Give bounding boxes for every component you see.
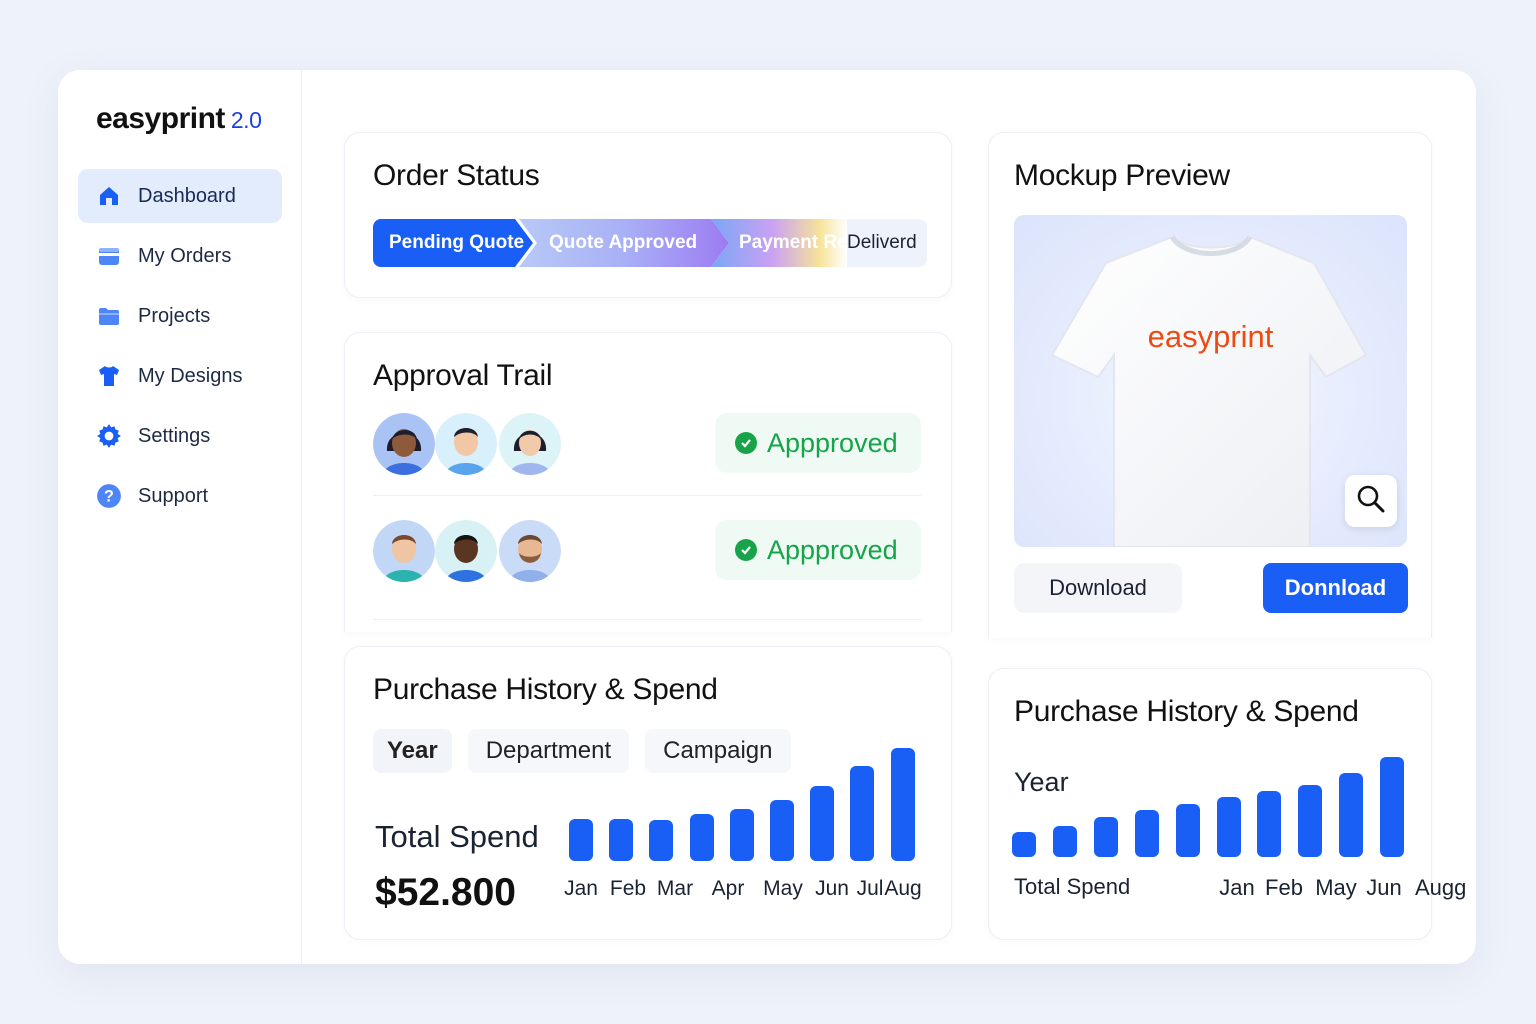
approved-badge: Appproved (715, 520, 921, 580)
chart-bar[interactable] (609, 819, 634, 861)
purchase-history-side-card: Purchase History & Spend Year Total Spen… (988, 668, 1466, 941)
chart-tick-label: Aug (884, 877, 922, 900)
svg-text:?: ? (104, 487, 114, 505)
sidebar-item-label: Dashboard (138, 184, 236, 207)
chart-tick-label: Jan (564, 877, 598, 900)
chart-bar[interactable] (689, 814, 714, 861)
sidebar: easyprint 2.0 Dashboard My Orders Project… (58, 70, 302, 964)
order-status-card: Order Status Pending Quote Quote Approve… (344, 132, 952, 298)
chart-bar[interactable] (770, 800, 794, 861)
check-icon (735, 432, 757, 454)
sidebar-item-dashboard[interactable]: Dashboard (78, 169, 282, 223)
help-icon: ? (96, 483, 122, 509)
download-button[interactable]: Download (1014, 563, 1182, 613)
folder-icon (96, 303, 122, 329)
sidebar-item-support[interactable]: ? Support (78, 469, 282, 523)
orders-icon (96, 243, 122, 269)
step-quote-approved[interactable]: Quote Approved (519, 219, 729, 267)
sidebar-item-label: My Orders (138, 244, 232, 267)
spend-bar-chart-side: Jan Feb May Jun Augg (989, 669, 1466, 941)
sidebar-item-label: Support (138, 484, 209, 507)
avatar[interactable] (499, 413, 561, 475)
sidebar-nav: Dashboard My Orders Projects My Designs (78, 169, 282, 529)
sidebar-item-my-designs[interactable]: My Designs (78, 349, 282, 403)
chart-bar[interactable] (1216, 797, 1241, 857)
purchase-history-card: Purchase History & Spend Year Department… (344, 646, 952, 940)
spend-bar-chart: Jan Feb Mar Apr May Jun Jul Aug (345, 647, 953, 941)
mockup-preview-card: Mockup Preview easyprint Download Donnlo… (988, 132, 1432, 638)
chart-tick-label: Feb (1265, 875, 1303, 900)
chart-tick-label: Jan (1219, 875, 1255, 900)
chart-bar[interactable] (729, 809, 754, 861)
chart-bar[interactable] (1339, 773, 1364, 857)
chart-bar[interactable] (890, 748, 915, 861)
chart-bar[interactable] (1175, 804, 1200, 857)
sidebar-item-my-orders[interactable]: My Orders (78, 229, 282, 283)
approval-row: Appproved (373, 413, 921, 475)
zoom-button[interactable] (1345, 475, 1397, 527)
app-name: easyprint (96, 102, 225, 135)
step-pending-quote[interactable]: Pending Quote (373, 219, 533, 267)
chart-bar[interactable] (1093, 817, 1118, 857)
avatar[interactable] (499, 520, 561, 582)
avatar[interactable] (373, 413, 435, 475)
chart-tick-label: Mar (656, 877, 694, 900)
chart-tick-label: Feb (609, 877, 647, 900)
approval-trail-card: Approval Trail Appproved Appproved (344, 332, 952, 632)
sidebar-item-settings[interactable]: Settings (78, 409, 282, 463)
chart-bar[interactable] (1380, 757, 1405, 857)
chart-bar[interactable] (810, 786, 835, 861)
avatar[interactable] (373, 520, 435, 582)
avatar[interactable] (435, 520, 497, 582)
sidebar-item-label: Settings (138, 424, 211, 447)
divider (373, 495, 921, 496)
avatar[interactable] (435, 413, 497, 475)
sidebar-item-label: My Designs (138, 364, 243, 387)
chart-tick-label: May (763, 877, 803, 900)
tshirt-icon (96, 363, 122, 389)
approved-label: Appproved (767, 534, 898, 565)
gear-icon (96, 423, 122, 449)
chart-tick-label: Jun (1366, 875, 1402, 900)
shirt-logo-text: easyprint (1147, 319, 1274, 354)
chart-bar[interactable] (569, 819, 593, 861)
order-stepper: Pending Quote Quote Approved Deliverd Pa… (373, 219, 927, 267)
chart-tick-label: May (1315, 875, 1357, 900)
approval-row: Appproved (373, 520, 921, 582)
check-icon (735, 539, 757, 561)
chart-tick-label: Augg (1415, 875, 1467, 900)
chart-bar[interactable] (850, 766, 875, 861)
card-title: Approval Trail (373, 359, 553, 392)
chart-bar[interactable] (1298, 785, 1323, 857)
download-primary-button[interactable]: Donnload (1263, 563, 1408, 613)
approved-badge: Appproved (715, 413, 921, 473)
mockup-image: easyprint (1014, 215, 1407, 547)
chart-bar[interactable] (1257, 791, 1282, 857)
sidebar-item-label: Projects (138, 304, 211, 327)
divider (373, 619, 921, 620)
approved-label: Appproved (767, 427, 898, 458)
app-version: 2.0 (230, 107, 262, 133)
app-logo[interactable]: easyprint 2.0 (96, 102, 262, 136)
sidebar-item-projects[interactable]: Projects (78, 289, 282, 343)
step-payment-received[interactable]: Payment Re... (711, 219, 847, 267)
card-title: Order Status (373, 159, 540, 192)
home-icon (96, 183, 122, 209)
chart-tick-label: Jun (815, 877, 849, 900)
chart-bar[interactable] (649, 820, 674, 861)
chart-bar[interactable] (1134, 810, 1159, 857)
chart-bar[interactable] (1012, 832, 1036, 857)
card-title: Mockup Preview (1014, 159, 1230, 192)
search-icon (1356, 484, 1386, 519)
chart-bar[interactable] (1052, 826, 1077, 857)
chart-tick-label: Apr (711, 877, 745, 900)
app-window: easyprint 2.0 Dashboard My Orders Project… (58, 70, 1476, 964)
